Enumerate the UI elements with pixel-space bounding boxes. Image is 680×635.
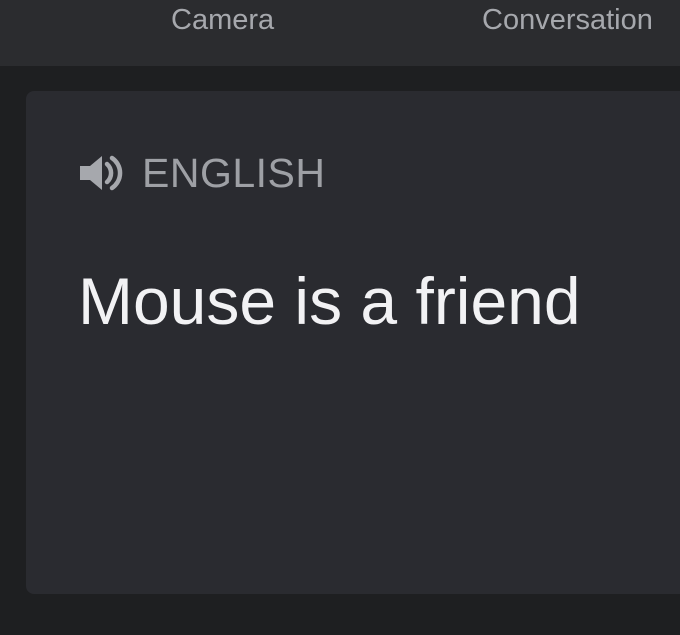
speaker-icon[interactable] xyxy=(78,153,130,193)
language-row: ENGLISH xyxy=(78,149,326,197)
translation-card: ENGLISH Mouse is a friend xyxy=(26,91,680,594)
tab-conversation[interactable]: Conversation xyxy=(482,0,653,40)
translation-text: Mouse is a friend xyxy=(78,264,581,338)
top-mode-bar: Camera Conversation xyxy=(0,0,680,66)
tab-camera[interactable]: Camera xyxy=(171,0,274,40)
language-label: ENGLISH xyxy=(142,149,326,196)
